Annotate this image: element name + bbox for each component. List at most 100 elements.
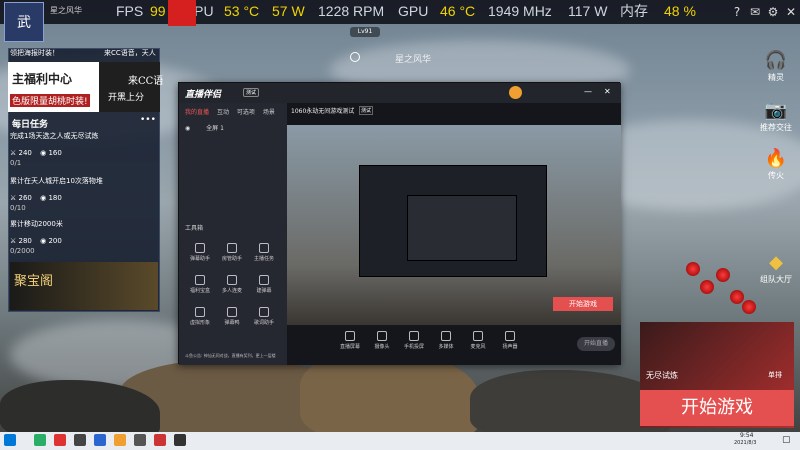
app-title: 星之风华 xyxy=(50,6,82,15)
tool-task[interactable]: 主播任务 xyxy=(249,243,279,262)
task-reward-1: 260 xyxy=(18,194,32,202)
mem-label: 内存 xyxy=(620,3,648,19)
beta-badge: 测试 xyxy=(243,88,260,97)
tool-icon xyxy=(227,275,237,285)
window-sidebar: 我的直播 互动 可选项 场景 ◉ 全屏 1 工具箱 弹幕助手 房管助手 主播任务… xyxy=(179,103,287,365)
app-icon[interactable] xyxy=(114,434,126,446)
source-phone[interactable]: 手机投屏 xyxy=(399,331,429,350)
task-item[interactable]: 完成1场天选之人或无尽试炼 ⚔ 240 ◉ 160 0/1 xyxy=(10,131,156,167)
more-icon[interactable]: ••• xyxy=(140,115,156,125)
mem-value: 48 % xyxy=(664,3,696,19)
banner-sub: 色版限量胡桃时装! xyxy=(10,94,90,107)
notification-icon[interactable]: ▢ xyxy=(782,435,791,445)
task-text: 累计移动2000米 xyxy=(10,220,63,228)
tool-icon xyxy=(195,275,205,285)
bottom-toolbar: 直播屏幕 摄像头 手机投屏 多媒体 麦克风 扬声器 开始直播 xyxy=(287,329,621,365)
tool-icon xyxy=(195,307,205,317)
scene-item[interactable]: ◉ 全屏 1 xyxy=(185,123,224,132)
tab-my-live[interactable]: 我的直播 xyxy=(185,109,209,116)
notice-text: 领把海报时装！ xyxy=(10,49,59,57)
preview-start-button: 开始游戏 xyxy=(553,297,613,311)
window-header: 直播伴侣 测试 — ✕ xyxy=(179,83,621,103)
coin-icon: ◉ xyxy=(40,194,47,202)
user-avatar[interactable] xyxy=(509,86,522,99)
source-camera[interactable]: 摄像头 xyxy=(367,331,397,350)
tab-scene[interactable]: 场景 xyxy=(263,109,275,116)
app-icon[interactable] xyxy=(74,434,86,446)
banner-right-btn[interactable]: 开黑上分 xyxy=(108,90,144,103)
level-badge: Lv91 xyxy=(350,27,380,37)
tool-icon xyxy=(227,243,237,253)
tool-danmu[interactable]: 弹幕助手 xyxy=(185,243,215,262)
app-icon[interactable] xyxy=(154,434,166,446)
game-logo: 武 xyxy=(4,2,44,42)
fps-label: FPS xyxy=(116,3,144,19)
wechat-icon[interactable] xyxy=(34,434,46,446)
task-progress: 0/10 xyxy=(10,204,26,212)
tool-icon xyxy=(259,307,269,317)
tool-avatar[interactable]: 虚拟形象 xyxy=(185,307,215,326)
settings-icon[interactable]: ⚙ xyxy=(766,5,780,19)
source-screen[interactable]: 直播屏幕 xyxy=(335,331,365,350)
sidebar-recommend[interactable]: 📷 推荐交往 xyxy=(758,100,794,133)
stream-tag: 测试 xyxy=(359,106,374,115)
speaker-icon xyxy=(505,331,515,341)
scene-label: 全屏 1 xyxy=(206,125,224,132)
minimize-icon[interactable]: — xyxy=(584,87,592,96)
stream-title: 1060永劫无间游戏测试 xyxy=(291,108,355,115)
phone-icon xyxy=(409,331,419,341)
eye-icon: ◉ xyxy=(185,125,191,132)
gpu-power: 117 W xyxy=(568,3,608,19)
mail-icon[interactable]: ✉ xyxy=(748,5,762,19)
app-icon[interactable] xyxy=(134,434,146,446)
preview-area: 1060永劫无间游戏测试 测试 开始游戏 直播屏幕 摄像头 手机投屏 多媒体 麦… xyxy=(287,103,621,365)
tab-interact[interactable]: 互动 xyxy=(217,109,229,116)
window-close-icon[interactable]: ✕ xyxy=(604,87,611,96)
tab-options[interactable]: 可选项 xyxy=(237,109,255,116)
tool-icon xyxy=(259,275,269,285)
banner-title: 主福利中心 xyxy=(12,72,73,86)
gpu-label: GPU xyxy=(398,3,429,19)
streaming-app-window[interactable]: 直播伴侣 测试 — ✕ 我的直播 互动 可选项 场景 ◉ 全屏 1 工具箱 弹幕… xyxy=(178,82,621,365)
tool-mic[interactable]: 多人连麦 xyxy=(217,275,247,294)
task-item[interactable]: 累计在天人城开启10次落物堆 ⚔ 260 ◉ 180 0/10 xyxy=(10,176,156,212)
tool-gift[interactable]: 福利宝盒 xyxy=(185,275,215,294)
nested-window-inner xyxy=(407,195,517,261)
treasure-pavilion-button[interactable]: 聚宝阁 xyxy=(10,262,158,310)
clock-date[interactable]: 2021/8/3 xyxy=(734,440,756,446)
close-icon[interactable]: ✕ xyxy=(784,5,798,19)
clock-time[interactable]: 9:54 xyxy=(740,432,753,439)
app-icon[interactable] xyxy=(54,434,66,446)
source-mic[interactable]: 麦克风 xyxy=(463,331,493,350)
tool-admin[interactable]: 房管助手 xyxy=(217,243,247,262)
tool-build[interactable]: 建弹幕 xyxy=(249,275,279,294)
tool-icon xyxy=(195,243,205,253)
help-icon[interactable]: ? xyxy=(730,5,744,19)
start-game-button[interactable]: 开始游戏 xyxy=(640,390,794,426)
start-live-button[interactable]: 开始直播 xyxy=(577,337,615,351)
tool-lyrics[interactable]: 歌词助手 xyxy=(249,307,279,326)
sidebar-team-hall[interactable]: ◆ 组队大厅 xyxy=(758,252,794,285)
windows-start-icon[interactable] xyxy=(4,434,16,446)
task-progress: 0/2000 xyxy=(10,247,35,255)
task-reward-1: 280 xyxy=(18,237,32,245)
source-media[interactable]: 多媒体 xyxy=(431,331,461,350)
team-icon: ◆ xyxy=(769,252,783,273)
cpu-rpm: 1228 RPM xyxy=(318,3,385,19)
task-reward-2: 200 xyxy=(48,237,62,245)
screen-icon xyxy=(345,331,355,341)
cpu-temp: 53 °C xyxy=(224,3,260,19)
app-icon[interactable] xyxy=(94,434,106,446)
task-progress: 0/1 xyxy=(10,159,22,167)
tool-duck[interactable]: 弹幕鸭 xyxy=(217,307,247,326)
fps-value: 99 xyxy=(150,3,166,19)
source-speaker[interactable]: 扬声器 xyxy=(495,331,525,350)
task-reward-1: 240 xyxy=(18,149,32,157)
sidebar-fire[interactable]: 🔥 传火 xyxy=(758,148,794,181)
cpu-power: 57 W xyxy=(272,3,305,19)
app-icon[interactable] xyxy=(174,434,186,446)
preview-canvas[interactable]: 开始游戏 xyxy=(287,125,621,325)
sidebar-spirit[interactable]: 🎧 精灵 xyxy=(758,50,794,83)
mode-label: 无尽试炼 xyxy=(646,371,678,380)
task-item[interactable]: 累计移动2000米 ⚔ 280 ◉ 200 0/2000 xyxy=(10,219,156,255)
